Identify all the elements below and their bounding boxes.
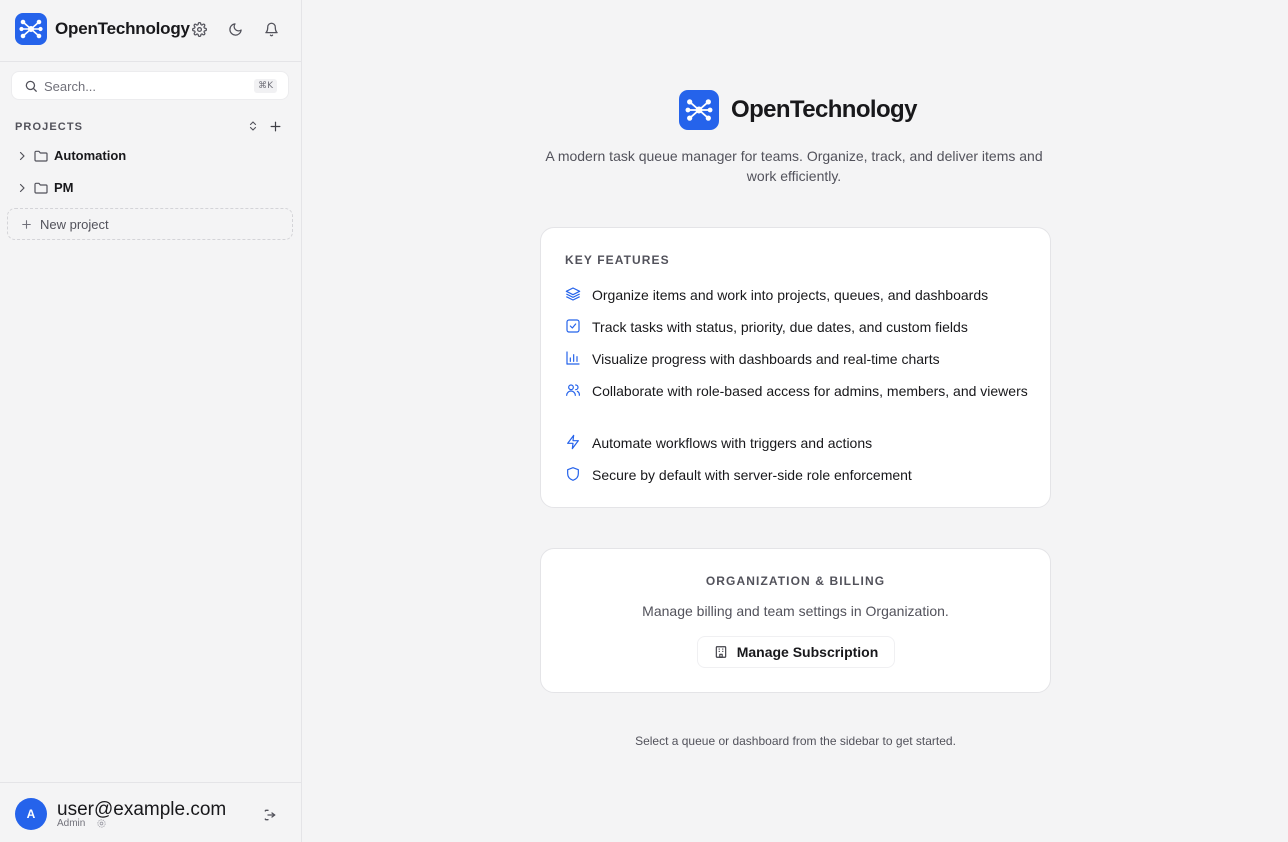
folder-icon — [34, 182, 48, 194]
user-role: Admin — [57, 818, 86, 829]
feature-text: Organize items and work into projects, q… — [592, 287, 989, 303]
feature-item: Secure by default with server-side role … — [565, 465, 1025, 485]
sidebar-project-pm[interactable]: PM — [13, 174, 289, 202]
avatar[interactable]: A — [15, 798, 47, 830]
feature-item: Automate workflows with triggers and act… — [565, 433, 1025, 453]
user-email: user@example.com — [57, 799, 227, 820]
billing-heading: ORGANIZATION & BILLING — [705, 574, 886, 588]
user-panel: A user@example.com Admin — [0, 782, 301, 842]
brand-name: OpenTechnology — [55, 19, 190, 38]
shield-icon — [567, 467, 579, 481]
manage-subscription-label: Manage Subscription — [736, 644, 879, 660]
moon-icon[interactable] — [226, 20, 244, 38]
settings-gear-icon[interactable] — [190, 20, 208, 38]
new-project-button[interactable]: New project — [7, 208, 293, 240]
role-gear-icon[interactable] — [96, 818, 107, 829]
key-features-heading: KEY FEATURES — [565, 253, 670, 267]
feature-item: Visualize progress with dashboards and r… — [565, 349, 1025, 369]
chevron-right-icon[interactable] — [16, 150, 28, 162]
feature-item: Collaborate with role-based access for a… — [565, 381, 1028, 421]
search-input[interactable] — [44, 76, 244, 96]
building-icon — [715, 646, 726, 658]
brand-logo-icon[interactable] — [15, 13, 47, 45]
plus-icon — [22, 220, 31, 229]
layers-icon — [565, 287, 581, 301]
project-name: Automation — [54, 148, 127, 163]
folder-icon — [34, 150, 48, 162]
add-project-plus-icon[interactable] — [267, 118, 283, 134]
feature-text: Automate workflows with triggers and act… — [592, 435, 873, 451]
feature-text: Track tasks with status, priority, due d… — [592, 319, 968, 335]
logout-icon[interactable] — [262, 807, 278, 823]
feature-text: Secure by default with server-side role … — [592, 467, 912, 483]
billing-description: Manage billing and team settings in Orga… — [642, 603, 949, 619]
tagline: A modern task queue manager for teams. O… — [545, 148, 1043, 184]
manage-subscription-button[interactable]: Manage Subscription — [697, 636, 895, 668]
feature-text: Visualize progress with dashboards and r… — [592, 351, 940, 367]
brand-logo-icon — [679, 90, 719, 130]
search-icon — [25, 80, 37, 92]
zap-icon — [567, 434, 579, 450]
feature-text: Collaborate with role-based access for a… — [592, 383, 1028, 399]
project-name: PM — [54, 180, 74, 195]
users-icon — [566, 384, 580, 396]
sidebar-project-automation[interactable]: Automation — [13, 142, 289, 170]
main-content: OpenTechnology A modern task queue manag… — [302, 0, 1288, 842]
bar-chart-icon — [566, 351, 580, 365]
checkbox-icon — [566, 319, 580, 333]
feature-item: Track tasks with status, priority, due d… — [565, 317, 1025, 337]
page-title: OpenTechnology — [731, 96, 917, 123]
feature-item: Organize items and work into projects, q… — [565, 285, 1025, 305]
new-project-label: New project — [40, 217, 109, 232]
sidebar: OpenTechnology ⌘K PROJECTS — [0, 0, 302, 842]
search-shortcut-badge: ⌘K — [254, 79, 277, 93]
search-box[interactable]: ⌘K — [11, 71, 289, 100]
expand-collapse-icon[interactable] — [245, 118, 261, 134]
bell-icon[interactable] — [262, 20, 280, 38]
chevron-right-icon[interactable] — [16, 182, 28, 194]
getting-started-hint: Select a queue or dashboard from the sid… — [635, 734, 956, 748]
billing-card: ORGANIZATION & BILLING Manage billing an… — [540, 548, 1051, 693]
key-features-card: KEY FEATURES Organize items and work int… — [540, 227, 1051, 508]
sidebar-header: OpenTechnology — [0, 0, 301, 62]
projects-section-label: PROJECTS — [15, 121, 84, 133]
